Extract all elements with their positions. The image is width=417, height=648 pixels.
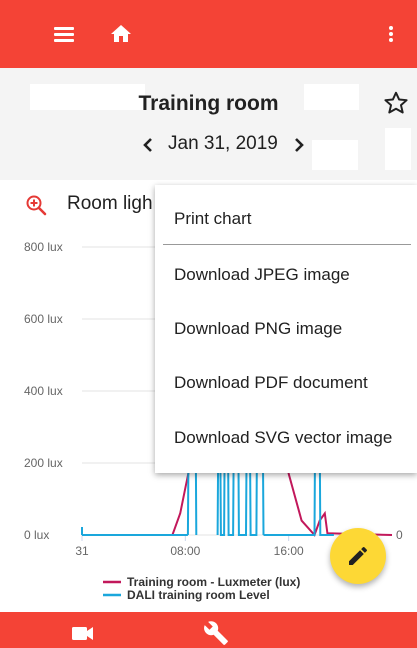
menu-item-download-svg[interactable]: Download SVG vector image [174, 428, 392, 448]
current-date[interactable]: Jan 31, 2019 [168, 133, 278, 155]
chevron-left-icon[interactable] [138, 134, 158, 156]
x-tick-label: 31 [75, 544, 89, 558]
menu-item-download-pdf[interactable]: Download PDF document [174, 373, 368, 393]
zoom-in-icon[interactable] [25, 194, 47, 216]
video-camera-icon[interactable] [70, 620, 96, 646]
hamburger-icon[interactable] [52, 22, 76, 46]
home-icon[interactable] [109, 22, 133, 46]
page-header: Training room Jan 31, 2019 [0, 68, 417, 180]
star-outline-icon[interactable] [383, 90, 409, 116]
menu-item-download-png[interactable]: Download PNG image [174, 319, 342, 339]
chart-export-menu: Print chart Download JPEG image Download… [155, 185, 417, 473]
pencil-icon [349, 546, 368, 565]
page-title: Training room [138, 92, 279, 115]
y-tick-label: 800 lux [24, 240, 63, 254]
top-app-bar [0, 0, 417, 68]
y-tick-label: 400 lux [24, 384, 63, 398]
y-tick-label: 600 lux [24, 312, 63, 326]
x-tick-label: 16:00 [274, 544, 304, 558]
chart-title: Room ligh [67, 193, 153, 214]
more-vertical-icon[interactable] [379, 22, 403, 46]
chevron-right-icon[interactable] [289, 134, 309, 156]
menu-item-print-chart[interactable]: Print chart [174, 209, 251, 229]
y2-tick-label: 0 [396, 528, 403, 542]
date-navigator: Jan 31, 2019 [0, 130, 417, 160]
menu-item-download-jpeg[interactable]: Download JPEG image [174, 265, 350, 285]
edit-fab-button[interactable] [330, 528, 386, 584]
y-tick-label: 200 lux [24, 456, 63, 470]
legend-label: Training room - Luxmeter (lux) [127, 575, 300, 589]
legend-label: DALI training room Level [127, 588, 270, 602]
menu-separator [163, 244, 411, 245]
bottom-bar [0, 612, 417, 648]
wrench-icon[interactable] [203, 620, 229, 646]
x-tick-label: 08:00 [170, 544, 200, 558]
y-tick-label: 0 lux [24, 528, 49, 542]
